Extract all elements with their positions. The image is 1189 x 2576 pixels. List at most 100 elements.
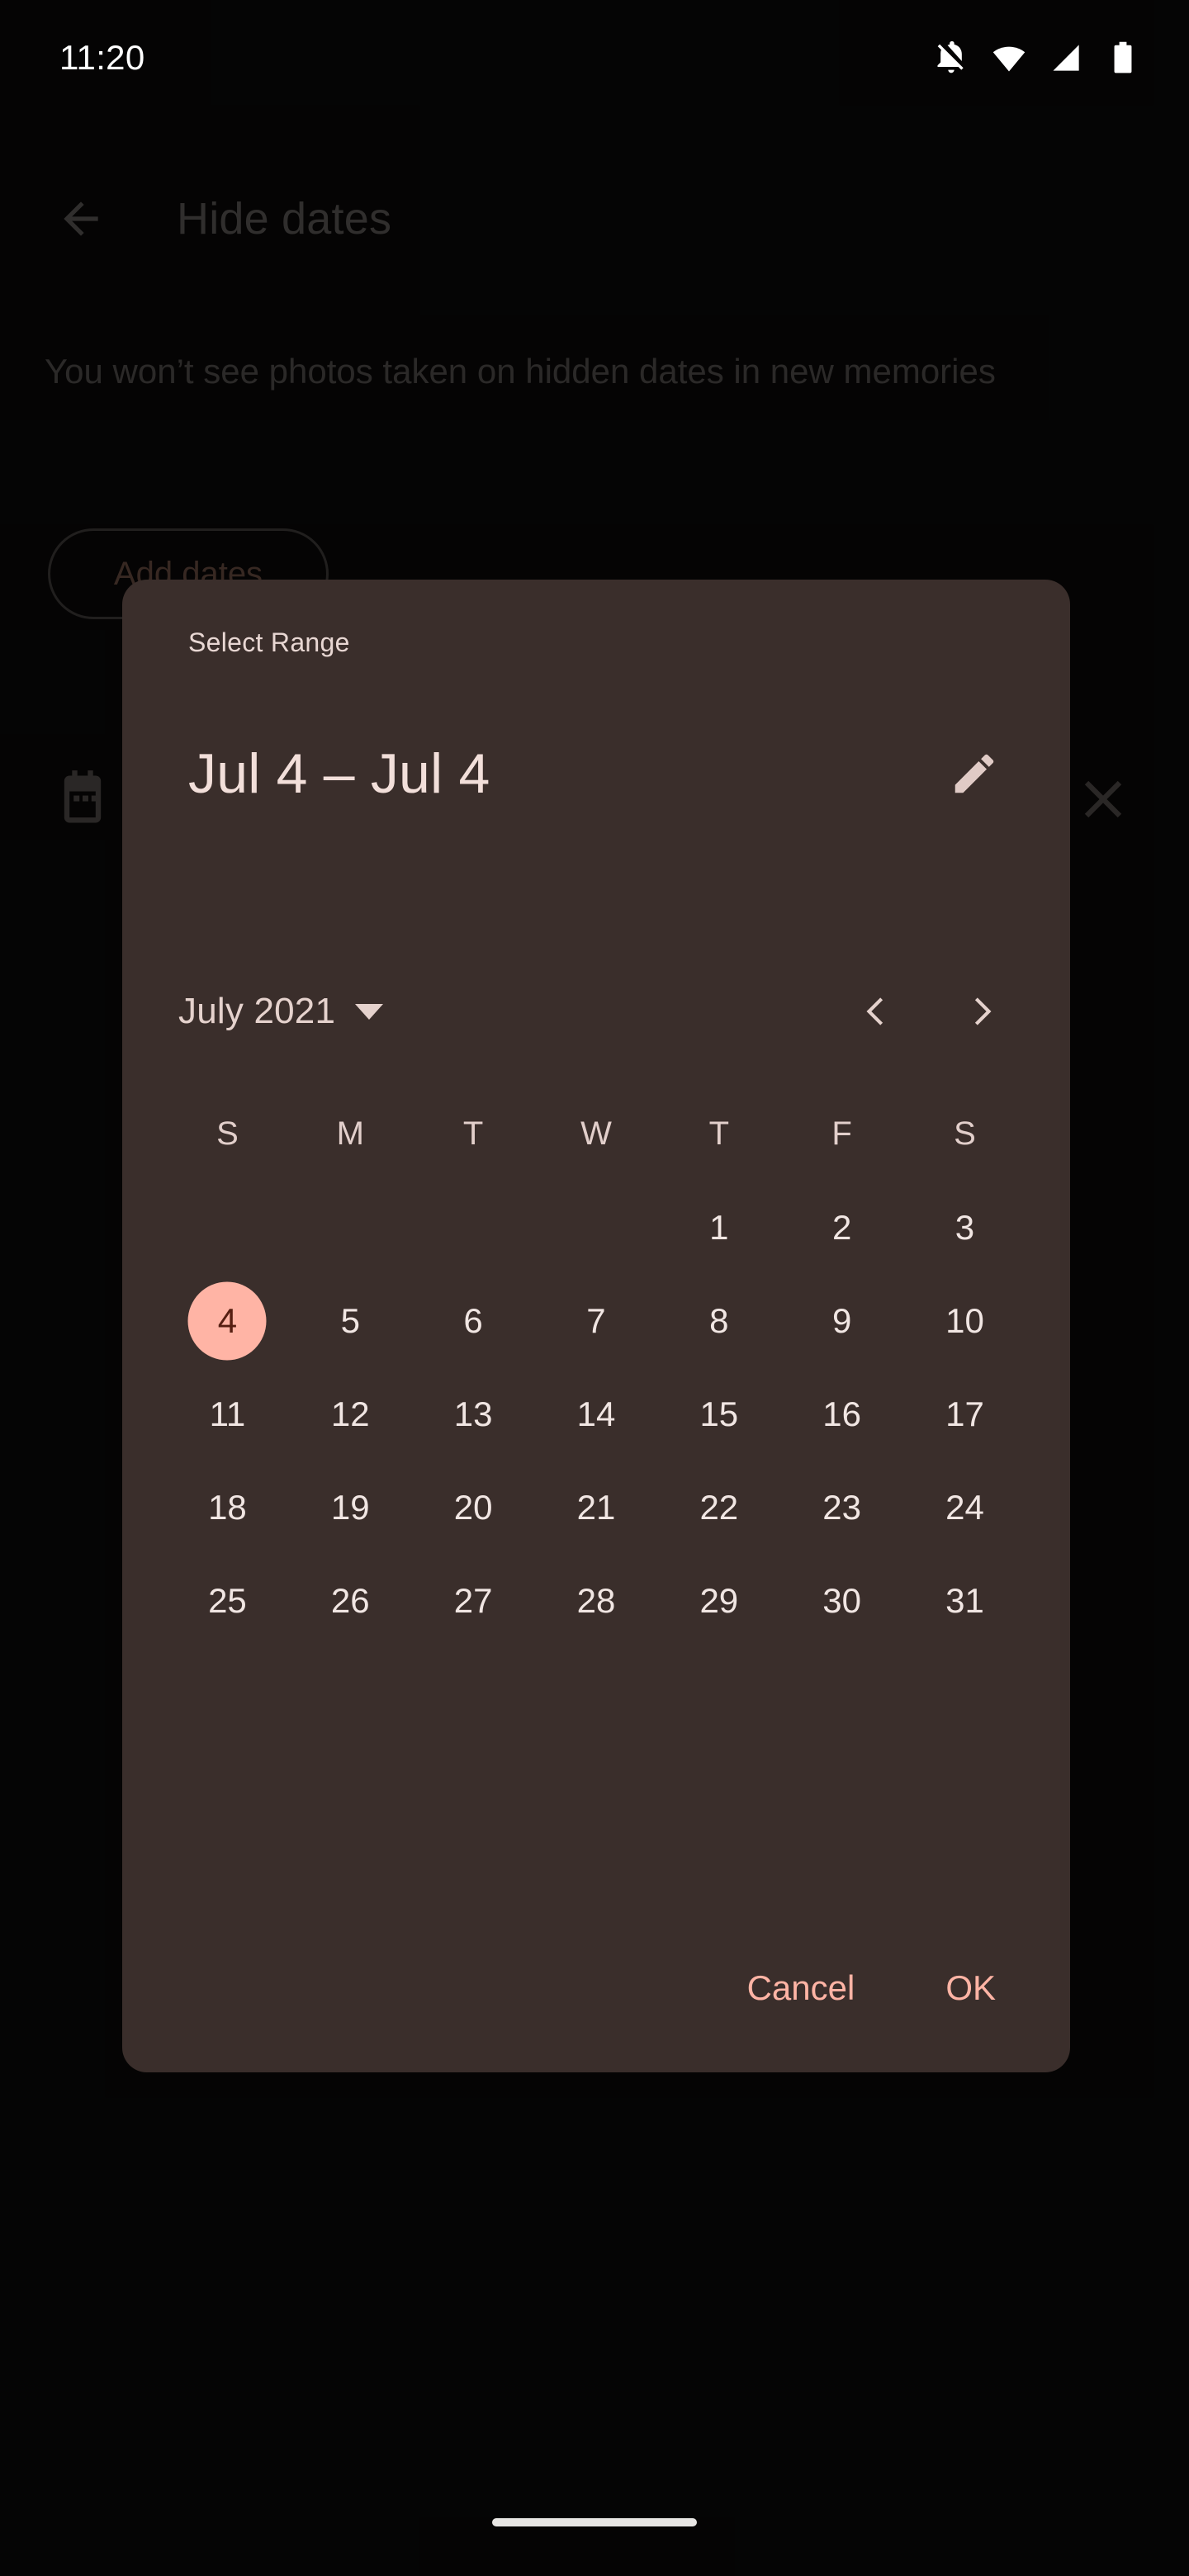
pencil-edit-icon xyxy=(955,754,994,793)
calendar-day-number: 5 xyxy=(340,1300,360,1340)
calendar-day-number: 27 xyxy=(453,1580,493,1620)
calendar-day-cell[interactable]: 24 xyxy=(903,1461,1026,1554)
cancel-button[interactable]: Cancel xyxy=(719,1950,883,2026)
calendar-day-cell[interactable]: 13 xyxy=(412,1367,535,1461)
calendar-day-number: 14 xyxy=(576,1394,616,1433)
weekday-header-cell: F xyxy=(780,1087,903,1181)
calendar-day-number: 2 xyxy=(831,1207,852,1247)
calendar-day-number: 20 xyxy=(453,1487,493,1527)
calendar-day-cell[interactable]: 6 xyxy=(412,1274,535,1367)
calendar-day-cell[interactable]: 9 xyxy=(780,1274,903,1367)
status-clock: 11:20 xyxy=(59,38,145,77)
weekday-label: S xyxy=(954,1115,976,1152)
calendar-day-cell[interactable]: 5 xyxy=(289,1274,412,1367)
dialog-supporting-text: Select Range xyxy=(188,627,350,657)
calendar-day-number: 21 xyxy=(576,1487,616,1527)
weekday-header-cell: W xyxy=(535,1087,658,1181)
calendar-day-cell[interactable]: 18 xyxy=(166,1461,289,1554)
weekday-label: T xyxy=(708,1115,730,1152)
calendar-day-cell[interactable]: 11 xyxy=(166,1367,289,1461)
chevron-right-icon xyxy=(974,997,992,1025)
calendar-day-cell[interactable]: 20 xyxy=(412,1461,535,1554)
battery-icon xyxy=(1114,41,1132,73)
calendar-day-selected[interactable]: 4 xyxy=(166,1274,289,1367)
calendar-day-number: 1 xyxy=(709,1207,729,1247)
calendar-day-cell[interactable]: 7 xyxy=(535,1274,658,1367)
calendar-day-cell[interactable]: 1 xyxy=(657,1181,780,1274)
month-year-selector-button[interactable]: July 2021 xyxy=(178,991,384,1032)
calendar-day-number: 8 xyxy=(709,1300,729,1340)
calendar-day-number: 12 xyxy=(330,1394,370,1433)
calendar-day-cell[interactable]: 22 xyxy=(657,1461,780,1554)
calendar-day-number: 6 xyxy=(463,1300,483,1340)
calendar-day-number: 15 xyxy=(699,1394,739,1433)
ok-button[interactable]: OK xyxy=(917,1950,1024,2026)
calendar-day-cell[interactable]: 28 xyxy=(535,1554,658,1647)
calendar-day-cell[interactable]: 31 xyxy=(903,1554,1026,1647)
calendar-day-number: 22 xyxy=(699,1487,739,1527)
weekday-header-cell: M xyxy=(289,1087,412,1181)
calendar-week-row: 4 5 6 7 8 9 10 xyxy=(166,1274,1026,1367)
calendar-day-cell[interactable]: 3 xyxy=(903,1181,1026,1274)
calendar-day-number: 24 xyxy=(945,1487,984,1527)
calendar-day-number: 7 xyxy=(586,1300,606,1340)
calendar-day-number: 26 xyxy=(330,1580,370,1620)
weekday-header-row: SMTWTFS xyxy=(166,1087,1026,1181)
calendar-grid: SMTWTFS 1 2 3 4 5 6 7 8 9 10 11 12 13 14 15 16 17 18 19 20 2… xyxy=(166,1087,1026,1647)
weekday-label: T xyxy=(462,1115,484,1152)
weekday-label: S xyxy=(216,1115,239,1152)
previous-month-button[interactable] xyxy=(837,972,917,1051)
calendar-week-row: 18 19 20 21 22 23 24 xyxy=(166,1461,1026,1554)
calendar-day-number: 17 xyxy=(945,1394,984,1433)
calendar-day-number: 25 xyxy=(208,1580,247,1620)
calendar-day-cell[interactable]: 10 xyxy=(903,1274,1026,1367)
calendar-day-number: 31 xyxy=(945,1580,984,1620)
home-gesture-pill[interactable] xyxy=(492,2518,697,2526)
calendar-day-cell[interactable]: 17 xyxy=(903,1367,1026,1461)
calendar-day-number: 9 xyxy=(831,1300,852,1340)
calendar-day-number: 3 xyxy=(955,1207,975,1247)
calendar-day-number: 11 xyxy=(209,1394,246,1433)
wifi-icon xyxy=(992,46,1026,72)
calendar-day-cell[interactable]: 30 xyxy=(780,1554,903,1647)
calendar-day-number: 19 xyxy=(330,1487,370,1527)
calendar-day-number: 30 xyxy=(822,1580,861,1620)
calendar-day-cell[interactable]: 16 xyxy=(780,1367,903,1461)
cellular-signal-icon xyxy=(1053,45,1079,71)
calendar-day-cell[interactable]: 12 xyxy=(289,1367,412,1461)
navigation-bar xyxy=(0,2493,1189,2576)
calendar-day-number: 29 xyxy=(699,1580,739,1620)
calendar-day-cell[interactable]: 25 xyxy=(166,1554,289,1647)
calendar-day-cell[interactable]: 27 xyxy=(412,1554,535,1647)
calendar-day-number: 28 xyxy=(576,1580,616,1620)
calendar-day-cell[interactable]: 26 xyxy=(289,1554,412,1647)
next-month-button[interactable] xyxy=(941,972,1021,1051)
calendar-week-row: 11 12 13 14 15 16 17 xyxy=(166,1367,1026,1461)
calendar-empty-cell xyxy=(535,1181,658,1274)
month-navigation-row: July 2021 xyxy=(122,966,1070,1057)
calendar-empty-cell xyxy=(289,1181,412,1274)
dialog-headline-row: Jul 4 – Jul 4 xyxy=(188,724,1014,823)
dialog-action-buttons: Cancel OK xyxy=(719,1950,1024,2026)
calendar-day-cell[interactable]: 8 xyxy=(657,1274,780,1367)
calendar-day-cell[interactable]: 14 xyxy=(535,1367,658,1461)
calendar-day-cell[interactable]: 15 xyxy=(657,1367,780,1461)
month-year-label: July 2021 xyxy=(178,991,336,1031)
notifications-off-icon xyxy=(937,40,964,73)
calendar-day-cell[interactable]: 19 xyxy=(289,1461,412,1554)
calendar-day-number: 23 xyxy=(822,1487,861,1527)
calendar-weeks: 1 2 3 4 5 6 7 8 9 10 11 12 13 14 15 16 17 18 19 20 21 22 23 24 2… xyxy=(166,1181,1026,1647)
edit-date-button[interactable] xyxy=(935,734,1014,813)
weekday-header-cell: S xyxy=(166,1087,289,1181)
calendar-day-number: 13 xyxy=(453,1394,493,1433)
calendar-day-cell[interactable]: 29 xyxy=(657,1554,780,1647)
calendar-day-cell[interactable]: 21 xyxy=(535,1461,658,1554)
calendar-week-row: 25 26 27 28 29 30 31 xyxy=(166,1554,1026,1647)
chevron-left-icon xyxy=(866,997,883,1025)
status-bar: 11:20 xyxy=(0,0,1189,116)
calendar-day-cell[interactable]: 23 xyxy=(780,1461,903,1554)
weekday-header-cell: T xyxy=(412,1087,535,1181)
calendar-day-cell[interactable]: 2 xyxy=(780,1181,903,1274)
weekday-label: W xyxy=(580,1115,612,1152)
date-range-picker-dialog: Select Range Jul 4 – Jul 4 July 2021 S M… xyxy=(122,580,1070,2072)
